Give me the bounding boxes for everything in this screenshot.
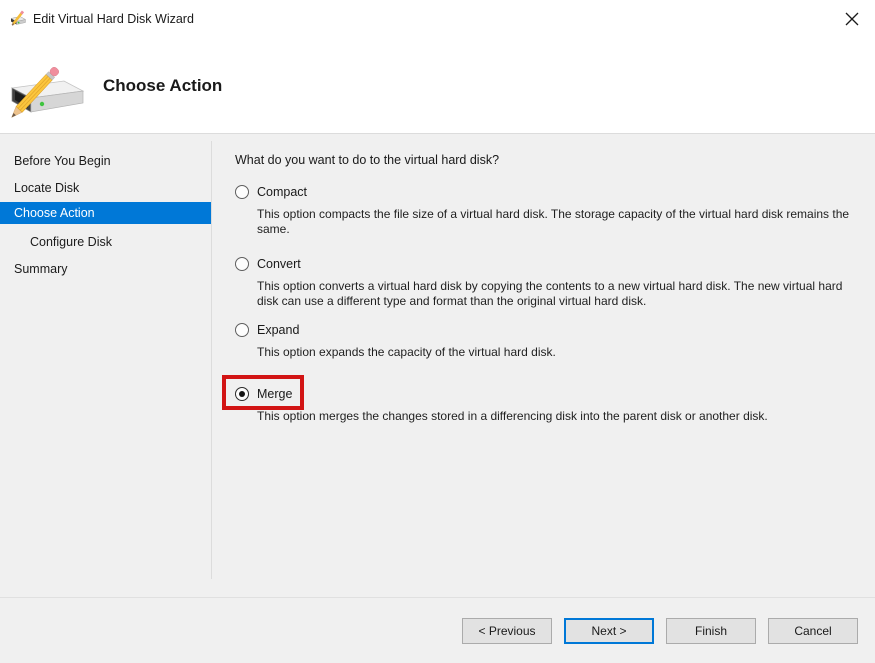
titlebar: Edit Virtual Hard Disk Wizard bbox=[0, 0, 875, 38]
edit-virtual-hard-disk-wizard-window: Edit Virtual Hard Disk Wizard bbox=[0, 0, 875, 663]
option-merge: Merge This option merges the changes sto… bbox=[235, 386, 869, 424]
option-expand: Expand This option expands the capacity … bbox=[235, 322, 869, 360]
compact-radio-row[interactable]: Compact bbox=[235, 184, 869, 199]
sidebar-item-choose-action[interactable]: Choose Action bbox=[0, 202, 211, 224]
close-icon bbox=[845, 12, 859, 26]
merge-radio-label: Merge bbox=[257, 387, 292, 401]
compact-radio-label: Compact bbox=[257, 185, 307, 199]
sidebar-item-summary[interactable]: Summary bbox=[0, 259, 211, 279]
expand-radio-label: Expand bbox=[257, 323, 299, 337]
option-convert: Convert This option converts a virtual h… bbox=[235, 256, 869, 309]
convert-radio-label: Convert bbox=[257, 257, 301, 271]
close-button[interactable] bbox=[837, 4, 867, 34]
wizard-body: Before You Begin Locate Disk Choose Acti… bbox=[0, 133, 875, 663]
wizard-buttons: < Previous Next > Finish Cancel bbox=[462, 618, 858, 644]
sidebar-item-configure-disk[interactable]: Configure Disk bbox=[0, 232, 211, 252]
finish-button[interactable]: Finish bbox=[666, 618, 756, 644]
page-title: Choose Action bbox=[103, 76, 222, 96]
option-compact: Compact This option compacts the file si… bbox=[235, 184, 869, 237]
convert-radio-row[interactable]: Convert bbox=[235, 256, 869, 271]
merge-description: This option merges the changes stored in… bbox=[257, 409, 861, 424]
content-pane: What do you want to do to the virtual ha… bbox=[212, 134, 875, 663]
sidebar-item-before-you-begin[interactable]: Before You Begin bbox=[0, 151, 211, 171]
wizard-disk-pencil-icon bbox=[10, 10, 27, 27]
compact-description: This option compacts the file size of a … bbox=[257, 207, 861, 237]
hard-disk-pencil-icon bbox=[4, 54, 88, 129]
expand-radio-row[interactable]: Expand bbox=[235, 322, 869, 337]
convert-description: This option converts a virtual hard disk… bbox=[257, 279, 861, 309]
merge-radio-row[interactable]: Merge bbox=[235, 386, 869, 401]
expand-description: This option expands the capacity of the … bbox=[257, 345, 861, 360]
merge-radio-button[interactable] bbox=[235, 387, 249, 401]
cancel-button[interactable]: Cancel bbox=[768, 618, 858, 644]
question-text: What do you want to do to the virtual ha… bbox=[235, 153, 499, 168]
sidebar-item-locate-disk[interactable]: Locate Disk bbox=[0, 178, 211, 198]
expand-radio-button[interactable] bbox=[235, 323, 249, 337]
next-button[interactable]: Next > bbox=[564, 618, 654, 644]
previous-button[interactable]: < Previous bbox=[462, 618, 552, 644]
convert-radio-button[interactable] bbox=[235, 257, 249, 271]
compact-radio-button[interactable] bbox=[235, 185, 249, 199]
window-title: Edit Virtual Hard Disk Wizard bbox=[33, 12, 194, 26]
footer-divider bbox=[0, 597, 875, 598]
